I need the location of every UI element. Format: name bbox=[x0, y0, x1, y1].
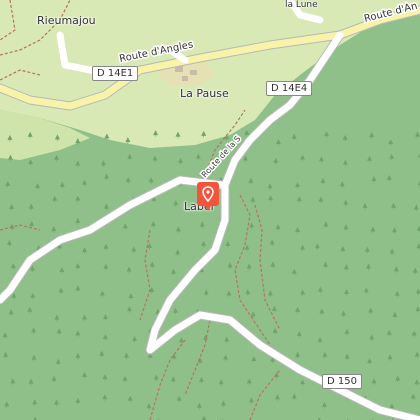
place-label-la-pause[interactable]: La Pause bbox=[180, 87, 229, 100]
building bbox=[190, 70, 197, 75]
building bbox=[182, 76, 188, 81]
place-label-rieumajou[interactable]: Rieumajou bbox=[37, 14, 96, 27]
map-pin-icon bbox=[202, 186, 214, 202]
map-view[interactable]: Route d'Angles Route d'Angles Route de l… bbox=[0, 0, 420, 420]
road-shield-d14e4: D 14E4 bbox=[266, 81, 313, 96]
road-shield-d150: D 150 bbox=[322, 374, 362, 389]
location-marker[interactable] bbox=[197, 182, 219, 211]
road-shield-d14e1: D 14E1 bbox=[92, 66, 139, 81]
place-label-la-lune[interactable]: la Lune bbox=[285, 0, 318, 10]
